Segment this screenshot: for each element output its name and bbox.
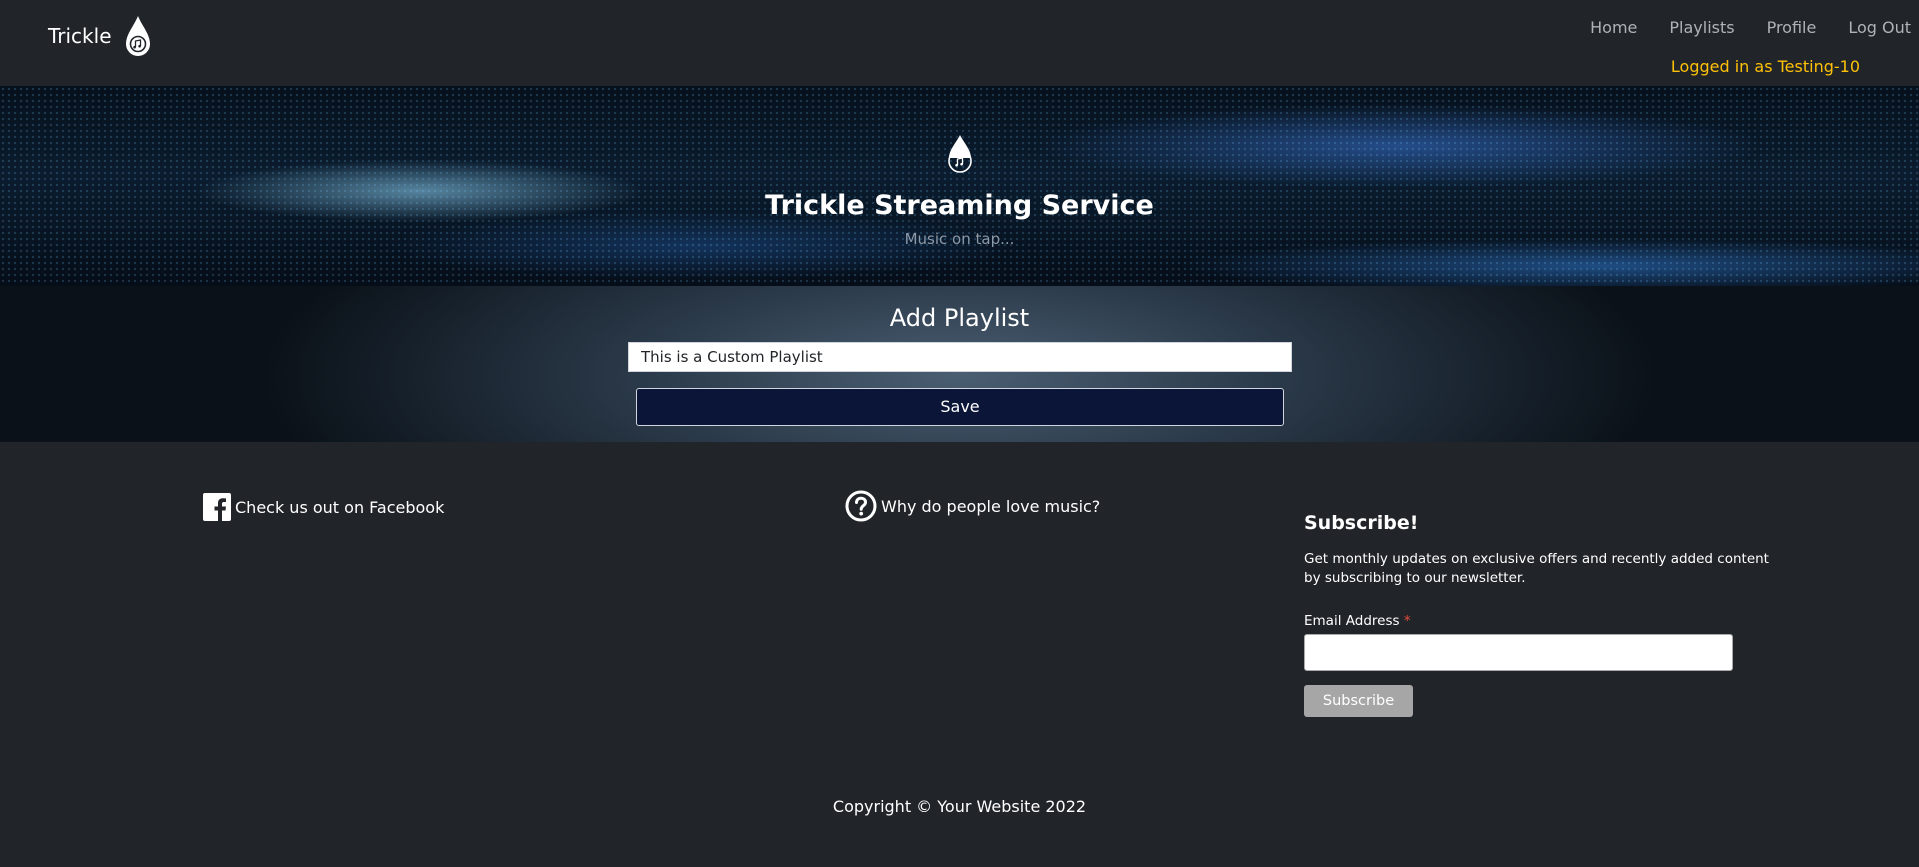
email-input[interactable] xyxy=(1304,634,1733,671)
hero-content: Trickle Streaming Service Music on tap..… xyxy=(0,134,1919,248)
nav-profile-link[interactable]: Profile xyxy=(1767,18,1817,37)
brand-link[interactable]: Trickle xyxy=(48,14,152,58)
navbar: Trickle Home Playlists Profile Log Out L… xyxy=(0,0,1919,86)
save-button[interactable]: Save xyxy=(636,388,1284,426)
why-love-music-text: Why do people love music? xyxy=(881,496,1101,516)
subscribe-heading: Subscribe! xyxy=(1304,512,1419,534)
nav-links: Home Playlists Profile Log Out xyxy=(1590,18,1919,37)
email-label: Email Address * xyxy=(1304,613,1411,629)
drop-music-hero-icon xyxy=(947,135,972,173)
nav-logout-link[interactable]: Log Out xyxy=(1848,18,1911,37)
hero-subtitle: Music on tap... xyxy=(904,230,1015,248)
copyright-text: Copyright © Your Website 2022 xyxy=(832,797,1087,816)
facebook-link-text: Check us out on Facebook xyxy=(235,497,445,517)
required-asterisk: * xyxy=(1403,613,1411,629)
add-playlist-section: Add Playlist Save xyxy=(0,286,1919,442)
why-love-music-link[interactable]: Why do people love music? xyxy=(845,490,1100,522)
hero-title: Trickle Streaming Service xyxy=(765,190,1154,221)
playlist-name-input[interactable] xyxy=(628,342,1292,372)
nav-playlists-link[interactable]: Playlists xyxy=(1669,18,1734,37)
logged-in-status: Logged in as Testing-10 xyxy=(1670,57,1860,76)
hero-banner: Trickle Streaming Service Music on tap..… xyxy=(0,86,1919,286)
subscribe-button[interactable]: Subscribe xyxy=(1304,685,1413,717)
brand-text: Trickle xyxy=(48,24,112,48)
footer: Check us out on Facebook Why do people l… xyxy=(0,442,1919,867)
subscribe-description: Get monthly updates on exclusive offers … xyxy=(1304,551,1769,586)
facebook-icon xyxy=(203,493,231,521)
nav-home-link[interactable]: Home xyxy=(1590,18,1637,37)
email-label-text: Email Address xyxy=(1304,613,1400,629)
add-playlist-title: Add Playlist xyxy=(889,304,1030,332)
drop-music-logo-icon xyxy=(125,16,150,56)
facebook-link[interactable]: Check us out on Facebook xyxy=(203,493,444,521)
question-circle-icon xyxy=(845,490,877,522)
